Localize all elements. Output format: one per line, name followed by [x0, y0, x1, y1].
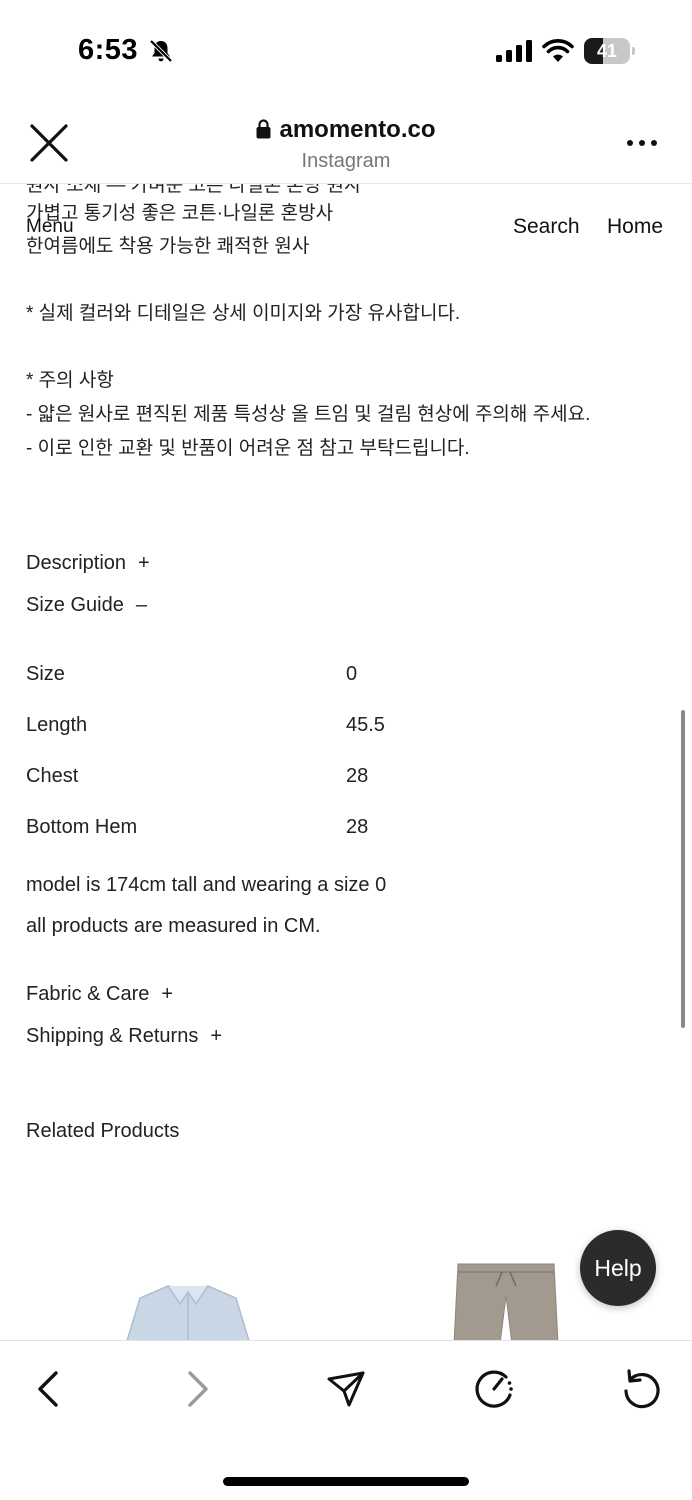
home-indicator [223, 1477, 469, 1486]
accordion-label: Shipping & Returns [26, 1025, 199, 1047]
expand-icon: + [138, 552, 150, 574]
size-row-label: Chest [26, 765, 79, 787]
size-note: model is 174cm tall and wearing a size 0 [26, 874, 387, 896]
accordion-label: Fabric & Care [26, 983, 150, 1005]
related-product-pants-image[interactable] [452, 1262, 560, 1340]
accordion-size-guide[interactable]: Size Guide – [26, 594, 147, 617]
accordion-shipping-returns[interactable]: Shipping & Returns + [26, 1025, 222, 1048]
speed-icon[interactable] [472, 1367, 516, 1411]
accordion-label: Description [26, 552, 127, 574]
home-link[interactable]: Home [607, 215, 663, 239]
battery-level: 41 [596, 41, 618, 61]
bell-muted-icon [149, 39, 173, 63]
help-button[interactable]: Help [580, 1230, 656, 1306]
accordion-description[interactable]: Description + [26, 552, 150, 575]
related-product-shirt-image[interactable] [118, 1284, 258, 1340]
size-note: all products are measured in CM. [26, 915, 321, 937]
size-row-value: 28 [346, 765, 369, 787]
browser-header: amomento.co Instagram [0, 100, 692, 184]
url-bar[interactable]: amomento.co [0, 116, 692, 144]
search-link[interactable]: Search [513, 215, 580, 239]
expand-icon: + [161, 983, 174, 1005]
collapse-icon: – [135, 594, 147, 616]
lock-icon [256, 119, 271, 139]
description-line: - 얇은 원사로 편직된 제품 특성상 올 트임 및 걸림 현상에 주의해 주세… [26, 404, 591, 425]
url-text: amomento.co [279, 116, 436, 143]
more-options-icon[interactable] [626, 138, 658, 148]
description-line: * 주의 사항 [26, 370, 114, 391]
description-line: - 이로 인한 교환 및 반품이 어려운 점 참고 부탁드립니다. [26, 438, 470, 459]
accordion-label: Size Guide [26, 594, 124, 616]
status-time: 6:53 [78, 34, 139, 66]
forward-icon[interactable] [176, 1367, 220, 1411]
description-line: * 실제 컬러와 디테일은 상세 이미지와 가장 유사합니다. [26, 303, 461, 324]
accordion-fabric-care[interactable]: Fabric & Care + [26, 983, 173, 1006]
reload-icon[interactable] [620, 1367, 664, 1411]
status-bar: 6:53 41 [0, 0, 692, 100]
size-row-label: Bottom Hem [26, 816, 138, 838]
size-row-value: 0 [346, 663, 358, 685]
scroll-indicator[interactable] [681, 710, 685, 1028]
size-row-value: 28 [346, 816, 369, 838]
page-content: 원사 소재 — 가벼운 코튼 나일론 혼방 원사 가볍고 통기성 좋은 코튼·나… [0, 184, 692, 1340]
size-row-value: 45.5 [346, 714, 385, 736]
description-partial-line: 원사 소재 — 가벼운 코튼 나일론 혼방 원사 [26, 184, 362, 196]
share-icon[interactable] [324, 1367, 368, 1411]
browser-toolbar [0, 1340, 692, 1500]
size-row-label: Length [26, 714, 88, 736]
description-line: 한여름에도 착용 가능한 쾌적한 원사 [26, 236, 310, 257]
browser-subtitle: Instagram [301, 150, 391, 172]
expand-icon: + [210, 1025, 223, 1047]
wifi-icon [542, 39, 574, 62]
related-products-title: Related Products [26, 1120, 180, 1142]
size-row-label: Size [26, 663, 65, 685]
battery-indicator: 41 [584, 38, 636, 64]
back-icon[interactable] [26, 1367, 70, 1411]
signal-icon [496, 40, 532, 62]
